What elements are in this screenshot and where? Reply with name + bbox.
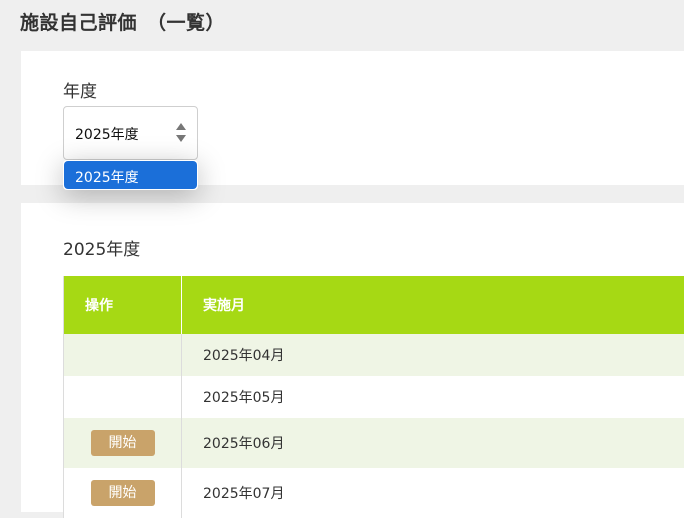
start-button[interactable]: 開始 bbox=[91, 430, 155, 456]
table-row: 開始 2025年07月 bbox=[64, 468, 684, 518]
year-option[interactable]: 2025年度 bbox=[64, 161, 197, 189]
table-row: 開始 2025年06月 bbox=[64, 418, 684, 468]
schedule-table: 操作 実施月 2025年04月 2025年05月 開始 2025年06月 bbox=[63, 276, 684, 518]
month-cell: 2025年06月 bbox=[182, 418, 684, 468]
month-cell: 2025年05月 bbox=[182, 376, 684, 418]
column-header-operation: 操作 bbox=[64, 276, 182, 334]
schedule-card: 2025年度 操作 実施月 2025年04月 2025年05月 開始 2025年… bbox=[21, 203, 684, 512]
table-header-row: 操作 実施月 bbox=[64, 276, 684, 334]
table-row: 2025年05月 bbox=[64, 376, 684, 418]
year-label: 年度 bbox=[63, 77, 97, 102]
operation-cell: 開始 bbox=[64, 418, 182, 468]
column-header-month: 実施月 bbox=[182, 276, 684, 334]
operation-cell bbox=[64, 334, 182, 376]
page-title: 施設自己評価 （一覧） bbox=[20, 8, 225, 35]
month-cell: 2025年07月 bbox=[182, 468, 684, 518]
section-heading: 2025年度 bbox=[63, 235, 140, 260]
year-select-value: 2025年度 bbox=[75, 124, 139, 144]
up-down-arrows-icon bbox=[175, 121, 187, 145]
year-select[interactable]: 2025年度 bbox=[63, 106, 198, 160]
table-row: 2025年04月 bbox=[64, 334, 684, 376]
year-dropdown-list: 2025年度 bbox=[63, 160, 198, 190]
start-button[interactable]: 開始 bbox=[91, 480, 155, 506]
month-cell: 2025年04月 bbox=[182, 334, 684, 376]
operation-cell: 開始 bbox=[64, 468, 182, 518]
operation-cell bbox=[64, 376, 182, 418]
